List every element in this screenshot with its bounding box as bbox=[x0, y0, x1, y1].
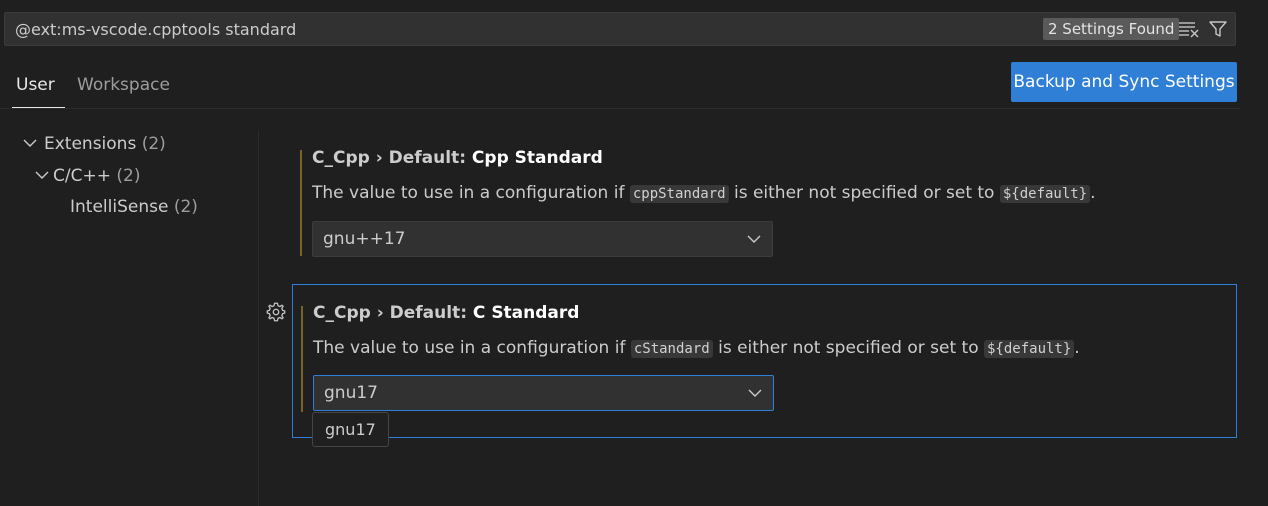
setting-name: C Standard bbox=[472, 303, 580, 323]
desc-text: The value to use in a configuration if bbox=[313, 338, 631, 358]
setting-c-standard: C_Cpp › Default: C Standard The value to… bbox=[292, 284, 1237, 438]
chevron-down-icon bbox=[748, 389, 762, 397]
toc-item-extensions[interactable]: Extensions (2) bbox=[22, 134, 166, 154]
toc-label: C/C++ bbox=[53, 166, 111, 186]
desc-text: is either not specified or set to bbox=[728, 183, 1000, 203]
c-standard-select[interactable]: gnu17 bbox=[313, 375, 774, 411]
desc-text: . bbox=[1090, 183, 1096, 203]
toc-label: IntelliSense bbox=[70, 197, 169, 217]
desc-code: cStandard bbox=[630, 340, 713, 358]
desc-code: ${default} bbox=[999, 185, 1091, 203]
toc-count: (2) bbox=[173, 197, 198, 217]
toc-item-cpp[interactable]: C/C++ (2) bbox=[34, 166, 140, 186]
desc-code: cppStandard bbox=[629, 185, 729, 203]
tab-workspace[interactable]: Workspace bbox=[67, 60, 180, 108]
search-bar: 2 Settings Found bbox=[4, 12, 1236, 46]
settings-editor: 2 Settings Found User Workspace Backup a… bbox=[0, 0, 1268, 506]
select-value: gnu17 bbox=[324, 383, 378, 403]
desc-text: . bbox=[1074, 338, 1080, 358]
setting-description: The value to use in a configuration if c… bbox=[313, 338, 1080, 358]
modified-indicator bbox=[301, 306, 303, 412]
toc-count: (2) bbox=[116, 166, 141, 186]
toc-item-intellisense[interactable]: IntelliSense (2) bbox=[70, 197, 198, 217]
chevron-down-icon bbox=[23, 139, 37, 147]
settings-found-badge: 2 Settings Found bbox=[1043, 18, 1180, 40]
desc-code: ${default} bbox=[984, 340, 1075, 358]
modified-indicator bbox=[300, 150, 302, 256]
setting-name: Cpp Standard bbox=[471, 148, 603, 168]
cpp-standard-select[interactable]: gnu++17 bbox=[312, 221, 773, 257]
toc-count: (2) bbox=[141, 134, 166, 154]
setting-category: C_Cpp › Default: bbox=[313, 303, 473, 323]
backup-sync-button[interactable]: Backup and Sync Settings bbox=[1011, 62, 1237, 102]
gear-icon[interactable] bbox=[265, 301, 287, 323]
tabs-divider bbox=[0, 108, 1240, 109]
filter-icon[interactable] bbox=[1206, 17, 1230, 41]
toc-label: Extensions bbox=[44, 134, 137, 154]
select-value: gnu++17 bbox=[323, 229, 406, 249]
value-tooltip: gnu17 bbox=[312, 412, 389, 447]
search-input[interactable] bbox=[5, 13, 1025, 45]
chevron-down-icon bbox=[35, 171, 49, 179]
setting-title: C_Cpp › Default: C Standard bbox=[313, 303, 579, 323]
desc-text: The value to use in a configuration if bbox=[312, 183, 630, 203]
setting-description: The value to use in a configuration if c… bbox=[312, 183, 1096, 203]
setting-category: C_Cpp › Default: bbox=[312, 148, 472, 168]
chevron-down-icon bbox=[747, 235, 761, 243]
toc-divider bbox=[258, 130, 259, 506]
setting-cpp-standard: C_Cpp › Default: Cpp Standard The value … bbox=[292, 134, 1237, 274]
tab-user[interactable]: User bbox=[6, 60, 65, 108]
clear-filter-icon[interactable] bbox=[1177, 17, 1201, 41]
desc-text: is either not specified or set to bbox=[712, 338, 984, 358]
setting-title: C_Cpp › Default: Cpp Standard bbox=[312, 148, 603, 168]
